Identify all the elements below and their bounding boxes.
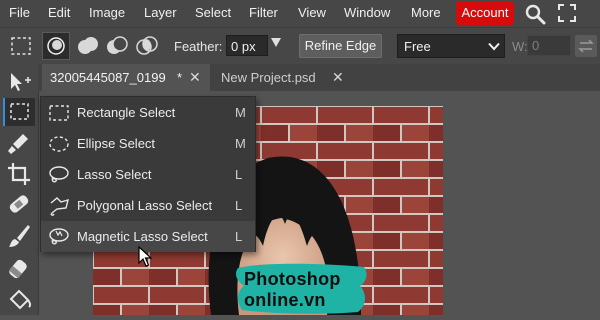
subtract-from-selection-icon[interactable]: [104, 34, 130, 58]
ellipse-select-icon: [49, 136, 69, 152]
crop-icon: [8, 163, 30, 185]
feather-dropdown-arrow-icon[interactable]: [271, 38, 281, 47]
menu-layer[interactable]: Layer: [144, 5, 177, 20]
menu-file[interactable]: File: [9, 5, 30, 20]
move-icon: [11, 73, 31, 91]
brush-icon: [9, 225, 30, 247]
paint-bucket-tool[interactable]: [3, 286, 35, 314]
tools-panel: [0, 64, 39, 315]
feather-input[interactable]: 0 px: [226, 35, 268, 56]
menu-more[interactable]: More: [411, 5, 441, 20]
width-label: W:: [512, 39, 528, 54]
close-tab-icon[interactable]: ✕: [189, 64, 201, 91]
watermark-line-2: online.vn: [244, 290, 326, 310]
marquee-tool-icon: [11, 37, 31, 55]
watermark-line-1: Photoshop: [244, 269, 341, 289]
intersect-selection-icon[interactable]: [134, 34, 160, 58]
menu-item-label: Rectangle Select: [77, 105, 176, 120]
menu-image[interactable]: Image: [89, 5, 125, 20]
menu-item-shortcut: L: [235, 229, 243, 244]
selection-mode-value: Free: [404, 39, 431, 54]
search-icon[interactable]: [524, 3, 546, 25]
account-label: Account: [461, 5, 509, 20]
bandage-icon: [9, 195, 29, 213]
eraser-tool[interactable]: [3, 254, 35, 282]
marquee-tool[interactable]: [3, 98, 35, 126]
menu-view[interactable]: View: [298, 5, 326, 20]
menu-item-shortcut: M: [235, 136, 246, 151]
healing-tool[interactable]: [3, 190, 35, 218]
selection-tools-menu: Rectangle Select M Ellipse Select M Lass…: [40, 96, 256, 252]
eraser-icon: [8, 259, 27, 279]
menu-item-lasso-select[interactable]: Lasso Select L: [41, 159, 255, 190]
width-input[interactable]: 0: [527, 35, 571, 56]
tab-current-document[interactable]: 32005445087_0199 *: [42, 64, 210, 91]
menu-select[interactable]: Select: [195, 5, 231, 20]
menu-bar: File Edit Image Layer Select Filter View…: [0, 0, 600, 27]
tab-title: 32005445087_0199: [50, 70, 166, 85]
paint-bucket-icon: [9, 289, 32, 310]
close-tab-icon[interactable]: ✕: [332, 64, 344, 91]
refine-edge-label: Refine Edge: [304, 38, 377, 53]
unsaved-marker: *: [174, 64, 183, 91]
account-button[interactable]: Account: [456, 1, 514, 25]
menu-item-polygonal-lasso-select[interactable]: Polygonal Lasso Select L: [41, 190, 255, 221]
fullscreen-icon[interactable]: [557, 3, 577, 23]
photoshop-online-watermark: Photoshop online.vn: [232, 260, 372, 315]
chevron-down-icon: [488, 42, 500, 51]
menu-item-label: Polygonal Lasso Select: [77, 198, 213, 213]
menu-item-label: Magnetic Lasso Select: [77, 229, 208, 244]
menu-item-label: Lasso Select: [77, 167, 152, 182]
swap-icon: [578, 39, 594, 53]
refine-edge-button[interactable]: Refine Edge: [299, 34, 382, 58]
add-to-selection-icon[interactable]: [75, 34, 101, 58]
selection-mode-select[interactable]: Free: [397, 34, 505, 58]
menu-item-shortcut: L: [235, 167, 243, 182]
menu-item-shortcut: M: [235, 105, 246, 120]
menu-item-label: Ellipse Select: [77, 136, 156, 151]
rectangle-marquee-icon: [10, 103, 29, 120]
menu-filter[interactable]: Filter: [249, 5, 278, 20]
feather-label: Feather:: [174, 39, 223, 54]
new-selection-button[interactable]: [42, 32, 70, 60]
quick-selection-icon: [8, 134, 28, 154]
menu-item-ellipse-select[interactable]: Ellipse Select M: [41, 128, 255, 159]
mouse-cursor-icon: [138, 246, 153, 267]
polygonal-lasso-icon: [50, 197, 69, 216]
swap-dimensions-button[interactable]: [575, 35, 597, 57]
menu-window[interactable]: Window: [344, 5, 390, 20]
menu-item-rectangle-select[interactable]: Rectangle Select M: [41, 97, 255, 128]
brush-selection-tool[interactable]: [3, 130, 35, 158]
lasso-icon: [49, 166, 69, 183]
menu-edit[interactable]: Edit: [48, 5, 70, 20]
magnetic-lasso-icon: [49, 228, 69, 245]
options-bar: Feather: 0 px Refine Edge Free W: 0: [0, 27, 600, 65]
document-tabs: 32005445087_0199 * ✕ New Project.psd ✕: [38, 64, 600, 91]
menu-item-shortcut: L: [235, 198, 243, 213]
crop-tool[interactable]: [3, 160, 35, 188]
brush-tool[interactable]: [3, 222, 35, 250]
tab-new-project[interactable]: New Project.psd: [221, 64, 371, 91]
tab-title: New Project.psd: [221, 70, 316, 85]
new-selection-icon: [47, 37, 65, 55]
move-tool[interactable]: [3, 68, 35, 96]
rectangle-select-icon: [49, 105, 69, 121]
